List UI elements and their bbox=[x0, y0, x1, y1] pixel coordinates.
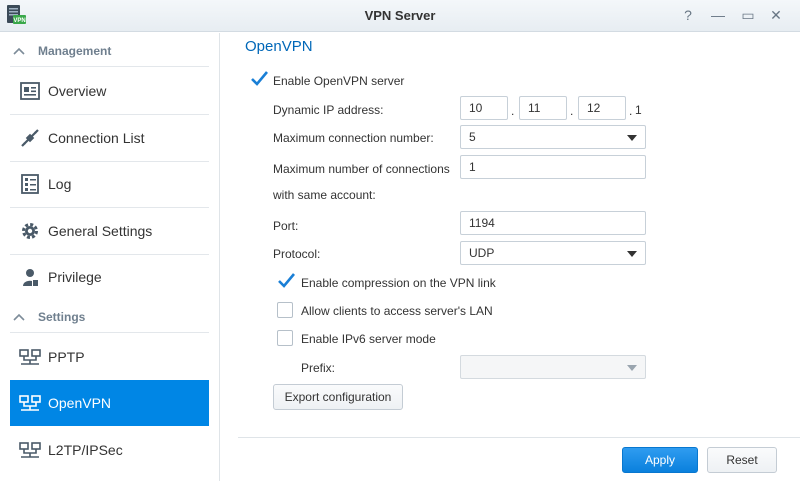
sidebar-item-l2tp-ipsec[interactable]: L2TP/IPSec bbox=[10, 427, 209, 473]
divider bbox=[10, 66, 209, 67]
sidebar-item-label: PPTP bbox=[48, 349, 85, 365]
dropdown-arrow-icon bbox=[627, 365, 637, 371]
ip-separator: . bbox=[511, 104, 515, 118]
sidebar-item-label: Overview bbox=[48, 83, 107, 99]
protocol-label: Protocol: bbox=[273, 247, 321, 261]
ip-octet-3-input[interactable]: 12 bbox=[578, 96, 626, 120]
sidebar-item-label: Privilege bbox=[48, 269, 102, 285]
protocol-select[interactable]: UDP bbox=[460, 241, 646, 265]
ip-octet-2-input[interactable]: 11 bbox=[519, 96, 567, 120]
ip-octet-1-input[interactable]: 10 bbox=[460, 96, 508, 120]
checkmark-icon bbox=[251, 71, 268, 86]
sidebar-item-connection-list[interactable]: Connection List bbox=[10, 115, 209, 161]
ip-separator: . bbox=[629, 104, 633, 118]
dynamic-ip-label: Dynamic IP address: bbox=[273, 103, 384, 117]
log-icon bbox=[19, 173, 41, 195]
prefix-select[interactable] bbox=[460, 355, 646, 379]
allow-lan-checkbox[interactable] bbox=[277, 302, 293, 318]
network-icon bbox=[19, 346, 41, 368]
close-button[interactable]: ✕ bbox=[766, 6, 786, 24]
gear-icon bbox=[19, 220, 41, 242]
sidebar-item-label: General Settings bbox=[48, 223, 153, 239]
network-icon bbox=[19, 439, 41, 461]
sidebar-item-label: Log bbox=[48, 176, 72, 192]
section-management[interactable]: Management bbox=[12, 41, 111, 61]
enable-openvpn-checkbox[interactable] bbox=[250, 71, 268, 89]
max-connections-label: Maximum connection number: bbox=[273, 131, 434, 145]
sidebar-item-overview[interactable]: Overview bbox=[10, 68, 209, 114]
sidebar-item-general-settings[interactable]: General Settings bbox=[10, 208, 209, 254]
sidebar-item-openvpn[interactable]: OpenVPN bbox=[10, 380, 209, 426]
prefix-label: Prefix: bbox=[301, 361, 336, 375]
export-configuration-button[interactable]: Export configuration bbox=[273, 384, 403, 410]
reset-button[interactable]: Reset bbox=[707, 447, 777, 473]
sidebar-item-label: Connection List bbox=[48, 130, 145, 146]
page-title: OpenVPN bbox=[245, 38, 313, 55]
enable-compression-checkbox[interactable] bbox=[277, 273, 295, 291]
enable-compression-label: Enable compression on the VPN link bbox=[301, 276, 496, 290]
chevron-up-icon bbox=[13, 47, 25, 55]
max-same-account-input[interactable]: 1 bbox=[460, 155, 646, 179]
sidebar-item-pptp[interactable]: PPTP bbox=[10, 334, 209, 380]
sidebar: Management Overview Connection List Log … bbox=[0, 33, 220, 481]
footer-divider bbox=[238, 437, 800, 438]
dropdown-arrow-icon bbox=[627, 251, 637, 257]
protocol-value: UDP bbox=[469, 246, 495, 260]
sidebar-item-privilege[interactable]: Privilege bbox=[10, 254, 209, 300]
sidebar-item-log[interactable]: Log bbox=[10, 161, 209, 207]
max-connections-select[interactable]: 5 bbox=[460, 125, 646, 149]
title-bar: VPN VPN Server ? — ▭ ✕ bbox=[0, 0, 800, 32]
overview-icon bbox=[19, 80, 41, 102]
section-settings[interactable]: Settings bbox=[12, 307, 85, 327]
sidebar-item-label: OpenVPN bbox=[48, 395, 112, 411]
enable-openvpn-label: Enable OpenVPN server bbox=[273, 74, 405, 88]
ip-separator: . bbox=[570, 104, 574, 118]
allow-lan-label: Allow clients to access server's LAN bbox=[301, 304, 493, 318]
port-label: Port: bbox=[273, 219, 299, 233]
network-icon bbox=[19, 392, 41, 414]
sidebar-item-label: L2TP/IPSec bbox=[48, 442, 123, 458]
connection-list-icon bbox=[19, 127, 41, 149]
enable-ipv6-checkbox[interactable] bbox=[277, 330, 293, 346]
section-settings-label: Settings bbox=[38, 310, 86, 324]
ip-octet-4-value: 1 bbox=[635, 103, 642, 117]
user-icon bbox=[19, 266, 41, 288]
help-button[interactable]: ? bbox=[678, 6, 698, 24]
chevron-up-icon bbox=[13, 313, 25, 321]
max-same-account-label: Maximum number of connections bbox=[273, 162, 450, 176]
max-connections-value: 5 bbox=[469, 130, 476, 144]
dropdown-arrow-icon bbox=[627, 135, 637, 141]
max-same-account-label-2: with same account: bbox=[273, 188, 376, 202]
divider bbox=[10, 332, 209, 333]
apply-button[interactable]: Apply bbox=[622, 447, 698, 473]
maximize-button[interactable]: ▭ bbox=[738, 6, 758, 24]
minimize-button[interactable]: — bbox=[708, 6, 728, 24]
port-input[interactable]: 1194 bbox=[460, 211, 646, 235]
checkmark-icon bbox=[278, 273, 295, 288]
section-management-label: Management bbox=[38, 44, 112, 58]
main-panel: OpenVPN Enable OpenVPN server Dynamic IP… bbox=[221, 33, 800, 481]
enable-ipv6-label: Enable IPv6 server mode bbox=[301, 332, 436, 346]
